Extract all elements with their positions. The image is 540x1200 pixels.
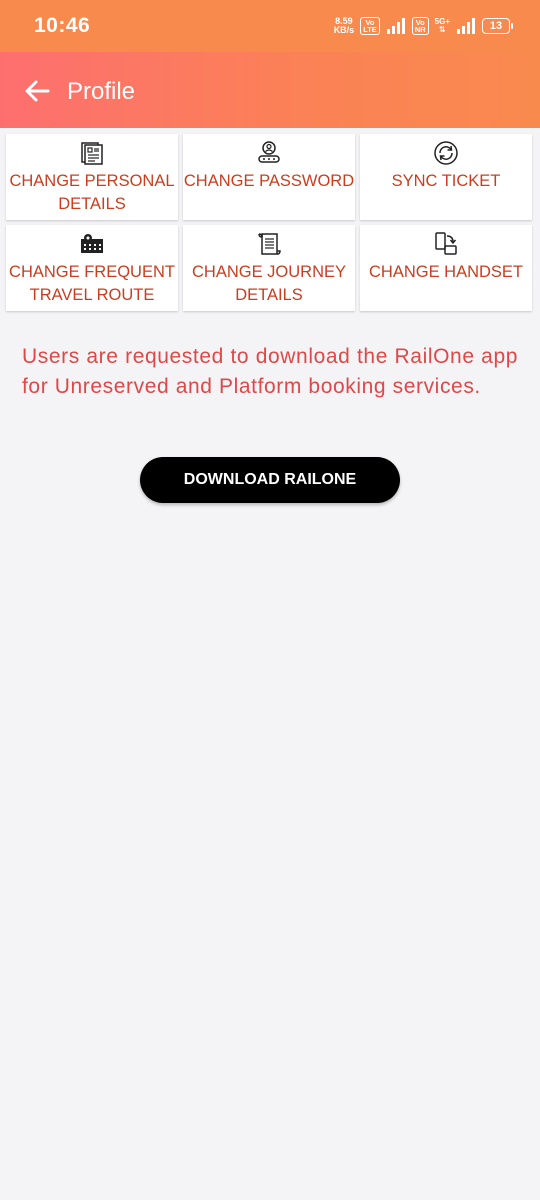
status-icons: 8.59 KB/s Vo LTE Vo NR 5G+ ⇅ 13 xyxy=(334,14,513,38)
volte-nr-badge: Vo NR xyxy=(411,17,429,35)
scroll-document-icon xyxy=(258,233,281,255)
change-password-button[interactable]: CHANGE PASSWORD xyxy=(183,134,355,220)
network-type: 5G+ ⇅ xyxy=(435,18,450,34)
change-journey-details-button[interactable]: CHANGE JOURNEY DETAILS xyxy=(183,225,355,311)
volte-nr-bottom: NR xyxy=(414,25,426,34)
sync-icon xyxy=(434,141,458,165)
sync-ticket-button[interactable]: SYNC TICKET xyxy=(360,134,532,220)
signal-icon-2 xyxy=(457,18,475,34)
network-speed: 8.59 KB/s xyxy=(334,17,355,35)
battery-icon: 13 xyxy=(482,18,513,34)
change-frequent-travel-route-button[interactable]: CHANGE FREQUENT TRAVEL ROUTE xyxy=(6,225,178,311)
download-railone-button[interactable]: DOWNLOAD RAILONE xyxy=(140,457,400,503)
route-map-icon xyxy=(81,234,103,253)
status-bar: 10:46 8.59 KB/s Vo LTE Vo NR 5G+ ⇅ 13 xyxy=(0,0,540,52)
change-handset-label: CHANGE HANDSET xyxy=(368,263,524,281)
battery-level: 13 xyxy=(489,20,503,32)
status-time: 10:46 xyxy=(34,14,91,37)
password-user-icon xyxy=(258,141,280,163)
app-bar: Profile xyxy=(0,52,540,128)
change-frequent-travel-route-label: CHANGE FREQUENT TRAVEL ROUTE xyxy=(9,263,175,304)
network-speed-unit: KB/s xyxy=(333,25,355,35)
change-personal-details-label: CHANGE PERSONAL DETAILS xyxy=(9,172,175,213)
change-handset-button[interactable]: CHANGE HANDSET xyxy=(360,225,532,311)
change-personal-details-button[interactable]: CHANGE PERSONAL DETAILS xyxy=(6,134,178,220)
sync-ticket-label: SYNC TICKET xyxy=(391,172,501,190)
data-arrows-icon: ⇅ xyxy=(438,25,446,34)
personal-details-icon xyxy=(81,142,103,165)
change-password-label: CHANGE PASSWORD xyxy=(183,172,355,190)
signal-icon xyxy=(386,18,405,34)
volte-lte-badge: Vo LTE xyxy=(360,17,380,35)
profile-menu-grid: CHANGE PERSONAL DETAILS CHANGE PASSWORD … xyxy=(6,134,534,311)
railone-notice-text: Users are requested to download the Rail… xyxy=(22,345,518,398)
handset-swap-icon xyxy=(435,232,457,255)
change-journey-details-label: CHANGE JOURNEY DETAILS xyxy=(191,263,347,304)
volte-lte-bottom: LTE xyxy=(363,25,377,34)
arrow-left-icon[interactable] xyxy=(20,74,54,108)
page-title: Profile xyxy=(67,78,136,105)
